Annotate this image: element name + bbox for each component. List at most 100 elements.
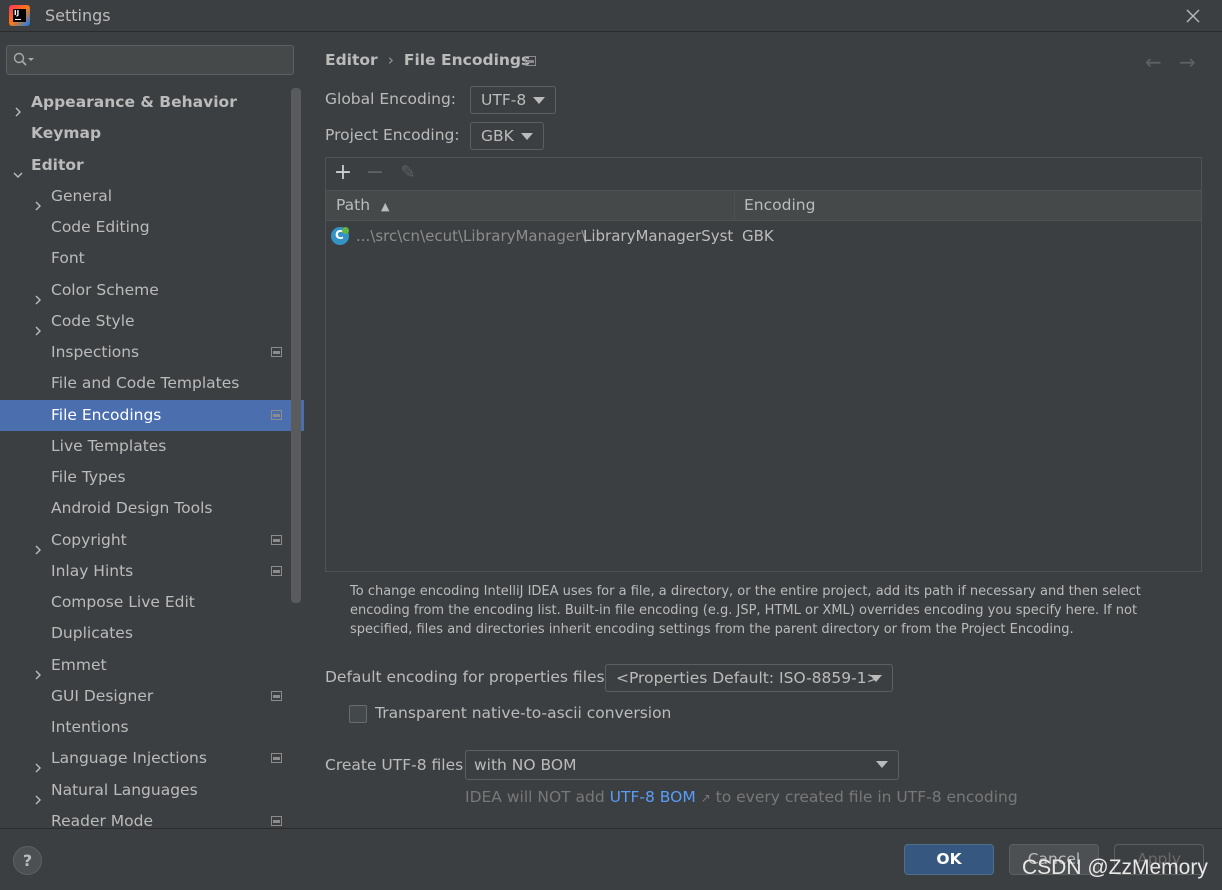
settings-sidebar: Appearance & Behavior Keymap Editor General… — [0, 33, 304, 830]
chevron-right-icon[interactable] — [33, 660, 43, 680]
sidebar-item-file-and-code-templates[interactable]: File and Code Templates — [0, 368, 304, 399]
properties-encoding-label: Default encoding for properties files: — [325, 668, 610, 686]
forward-arrow-icon[interactable]: → — [1179, 50, 1196, 74]
chevron-right-icon[interactable] — [33, 285, 43, 305]
sidebar-item-label: File Types — [51, 468, 126, 486]
sidebar-item-label: File Encodings — [51, 406, 162, 424]
sidebar-item-label: Emmet — [51, 656, 107, 674]
sidebar-item-file-types[interactable]: File Types — [0, 462, 304, 493]
table-row[interactable]: C ...\src\cn\ecut\LibraryManager\ Librar… — [326, 222, 1201, 252]
sidebar-item-label: Language Injections — [51, 749, 207, 767]
back-arrow-icon[interactable]: ← — [1145, 50, 1162, 74]
chevron-down-icon — [876, 761, 888, 768]
chevron-right-icon[interactable] — [33, 191, 43, 211]
native-to-ascii-label[interactable]: Transparent native-to-ascii conversion — [375, 704, 671, 722]
sidebar-item-label: Color Scheme — [51, 281, 159, 299]
sidebar-item-label: Appearance & Behavior — [31, 93, 237, 111]
ok-button[interactable]: OK — [904, 844, 994, 875]
column-header-encoding[interactable]: Encoding — [744, 191, 815, 220]
sidebar-item-label: Compose Live Edit — [51, 593, 195, 611]
remove-icon[interactable]: − — [362, 160, 388, 186]
chevron-right-icon[interactable] — [13, 97, 23, 117]
sort-ascending-icon: ▲ — [381, 200, 390, 213]
sidebar-item-label: Duplicates — [51, 624, 133, 642]
sidebar-item-file-encodings[interactable]: File Encodings — [0, 400, 304, 431]
project-settings-icon — [271, 347, 282, 357]
project-settings-icon — [271, 816, 282, 826]
sidebar-item-android-design-tools[interactable]: Android Design Tools — [0, 493, 304, 524]
sidebar-item-code-style[interactable]: Code Style — [0, 306, 304, 337]
settings-content: Editor › File Encodings ← → Global Encodin… — [305, 33, 1222, 828]
project-encoding-value: GBK — [481, 127, 514, 145]
sidebar-item-emmet[interactable]: Emmet — [0, 650, 304, 681]
chevron-right-icon[interactable] — [33, 785, 43, 805]
add-icon[interactable]: + — [330, 160, 356, 186]
sidebar-item-label: Live Templates — [51, 437, 167, 455]
project-settings-icon — [525, 56, 536, 66]
project-settings-icon — [271, 535, 282, 545]
sidebar-item-language-injections[interactable]: Language Injections — [0, 743, 304, 774]
edit-icon[interactable]: ✎ — [395, 160, 421, 186]
row-path-file: LibraryManagerSystem — [583, 227, 733, 245]
project-settings-icon — [271, 566, 282, 576]
sidebar-item-label: File and Code Templates — [51, 374, 240, 392]
chevron-down-icon — [870, 675, 882, 682]
sidebar-item-color-scheme[interactable]: Color Scheme — [0, 275, 304, 306]
chevron-down-icon[interactable] — [13, 160, 23, 178]
properties-encoding-combo[interactable]: <Properties Default: ISO-8859-1> — [605, 664, 893, 692]
sidebar-item-label: Font — [51, 249, 85, 267]
sidebar-item-natural-languages[interactable]: Natural Languages — [0, 775, 304, 806]
utf8-files-value: with NO BOM — [474, 756, 577, 774]
encoding-help-text: To change encoding IntelliJ IDEA uses fo… — [350, 584, 1141, 637]
project-encoding-combo[interactable]: GBK — [470, 122, 544, 150]
settings-search-input[interactable] — [6, 45, 294, 75]
sidebar-item-copyright[interactable]: Copyright — [0, 525, 304, 556]
path-encoding-table: + − ✎ Path ▲ Encoding C ...\src\cn\ecut\… — [325, 157, 1202, 572]
external-link-icon: ↗ — [700, 791, 711, 805]
sidebar-item-general[interactable]: General — [0, 181, 304, 212]
global-encoding-combo[interactable]: UTF-8 — [470, 86, 556, 114]
chevron-down-icon — [533, 97, 545, 104]
sidebar-item-editor[interactable]: Editor — [0, 150, 304, 181]
sidebar-item-label: Keymap — [31, 124, 102, 142]
chevron-right-icon[interactable] — [33, 535, 43, 555]
sidebar-item-label: Natural Languages — [51, 781, 198, 799]
sidebar-item-code-editing[interactable]: Code Editing — [0, 212, 304, 243]
sidebar-item-label: Inspections — [51, 343, 140, 361]
column-path-label: Path — [336, 196, 371, 214]
chevron-right-icon[interactable] — [33, 316, 43, 336]
breadcrumb: Editor › File Encodings — [325, 51, 530, 69]
sidebar-item-duplicates[interactable]: Duplicates — [0, 618, 304, 649]
column-header-path[interactable]: Path ▲ — [336, 191, 389, 220]
sidebar-item-intentions[interactable]: Intentions — [0, 712, 304, 743]
sidebar-item-live-templates[interactable]: Live Templates — [0, 431, 304, 462]
bom-note-prefix: IDEA will NOT add — [465, 788, 610, 806]
breadcrumb-parent[interactable]: Editor — [325, 51, 378, 69]
bom-note: IDEA will NOT add UTF-8 BOM ↗ to every c… — [465, 788, 1018, 806]
native-to-ascii-checkbox[interactable] — [349, 705, 367, 723]
sidebar-item-label: Intentions — [51, 718, 129, 736]
sidebar-item-appearance-behavior[interactable]: Appearance & Behavior — [0, 87, 304, 118]
sidebar-item-gui-designer[interactable]: GUI Designer — [0, 681, 304, 712]
sidebar-item-label: Code Editing — [51, 218, 150, 236]
project-settings-icon — [271, 691, 282, 701]
chevron-right-icon[interactable] — [33, 753, 43, 773]
sidebar-item-font[interactable]: Font — [0, 243, 304, 274]
sidebar-item-inlay-hints[interactable]: Inlay Hints — [0, 556, 304, 587]
table-header: Path ▲ Encoding — [326, 190, 1201, 221]
breadcrumb-current: File Encodings — [403, 51, 531, 69]
row-encoding[interactable]: GBK — [742, 227, 774, 245]
title-bar: IJ Settings — [0, 0, 1222, 32]
chevron-down-icon — [521, 133, 533, 140]
column-divider[interactable] — [734, 191, 735, 220]
close-icon[interactable] — [1180, 3, 1206, 29]
sidebar-item-inspections[interactable]: Inspections — [0, 337, 304, 368]
sidebar-item-compose-live-edit[interactable]: Compose Live Edit — [0, 587, 304, 618]
sidebar-item-keymap[interactable]: Keymap — [0, 118, 304, 149]
sidebar-item-label: General — [51, 187, 113, 205]
project-settings-icon — [271, 753, 282, 763]
utf8-bom-link[interactable]: UTF-8 BOM — [610, 788, 696, 806]
utf8-files-combo[interactable]: with NO BOM — [465, 750, 899, 780]
sidebar-scrollbar[interactable] — [291, 88, 301, 603]
help-button[interactable]: ? — [13, 846, 42, 875]
